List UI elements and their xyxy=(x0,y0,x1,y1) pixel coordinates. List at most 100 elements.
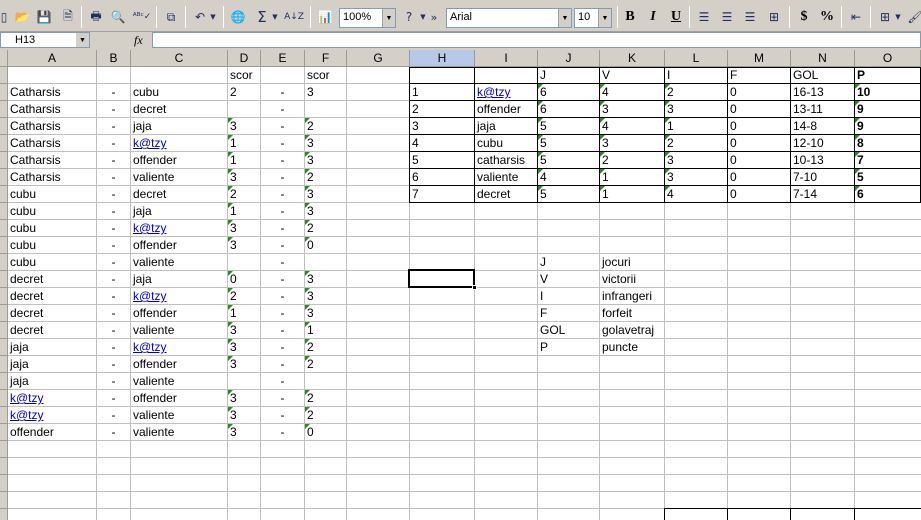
away-team-cell[interactable]: k@tzy xyxy=(131,339,227,356)
align-left-icon[interactable]: ☰ xyxy=(694,7,714,27)
number-as-text-indicator-icon xyxy=(538,84,543,89)
align-center-icon[interactable]: ☰ xyxy=(717,7,737,27)
away-team-cell[interactable]: k@tzy xyxy=(131,288,227,305)
print-preview-page-icon[interactable]: 🗎 xyxy=(58,7,78,27)
borders-icon[interactable]: ⊞ xyxy=(875,7,895,27)
undo-dropdown-icon[interactable]: ▼ xyxy=(208,7,218,27)
column-header-e[interactable]: E xyxy=(261,50,305,67)
row-header[interactable] xyxy=(0,322,8,339)
print-icon[interactable]: 🖶 xyxy=(86,7,106,27)
column-header-c[interactable]: C xyxy=(131,50,228,67)
row-header[interactable] xyxy=(0,458,8,475)
row-header[interactable] xyxy=(0,203,8,220)
row-header[interactable] xyxy=(0,254,8,271)
row-header[interactable] xyxy=(0,135,8,152)
bold-button[interactable]: B xyxy=(620,7,640,27)
wins-cell: 3 xyxy=(600,101,609,116)
help-icon[interactable]: ? xyxy=(399,7,419,27)
active-cell[interactable] xyxy=(408,269,477,290)
team-cell[interactable]: k@tzy xyxy=(475,84,537,101)
row-header[interactable] xyxy=(0,509,8,520)
autosum-dropdown-icon[interactable]: ▼ xyxy=(270,7,280,27)
formula-input[interactable] xyxy=(152,32,921,48)
row-header[interactable] xyxy=(0,305,8,322)
dash-cell: - xyxy=(280,408,285,422)
row-header[interactable] xyxy=(0,339,8,356)
borders-dropdown-icon[interactable]: ▼ xyxy=(893,7,903,27)
row-header[interactable] xyxy=(0,288,8,305)
decrease-indent-icon[interactable]: ⇤ xyxy=(846,7,866,27)
font-size-select[interactable]: 10 ▼ xyxy=(574,8,612,28)
italic-button[interactable]: I xyxy=(643,7,663,27)
row-header[interactable] xyxy=(0,373,8,390)
row-header[interactable] xyxy=(0,441,8,458)
fill-color-icon[interactable]: 🖌 xyxy=(905,7,921,27)
column-header-n[interactable]: N xyxy=(791,50,855,67)
column-header-f[interactable]: F xyxy=(305,50,347,67)
legend-abbr-cell: J xyxy=(540,255,546,269)
row-header[interactable] xyxy=(0,424,8,441)
column-header-i[interactable]: I xyxy=(475,50,538,67)
row-header[interactable] xyxy=(0,152,8,169)
font-name-select[interactable]: Arial ▼ xyxy=(446,8,572,28)
save-icon[interactable]: 💾 xyxy=(34,7,54,27)
away-team-cell: offender xyxy=(133,238,177,252)
fill-handle[interactable] xyxy=(472,285,477,290)
column-header-o[interactable]: O xyxy=(855,50,921,67)
hyperlink-icon[interactable]: 🌐 xyxy=(228,7,248,27)
currency-button[interactable]: $ xyxy=(794,7,814,27)
column-header-j[interactable]: J xyxy=(538,50,600,67)
row-header[interactable] xyxy=(0,492,8,509)
home-team-cell[interactable]: k@tzy xyxy=(8,390,96,407)
column-header-l[interactable]: L xyxy=(665,50,728,67)
row-header[interactable] xyxy=(0,356,8,373)
home-team-cell[interactable]: k@tzy xyxy=(8,407,96,424)
insert-function-icon[interactable]: fx xyxy=(134,33,148,47)
sort-ascending-icon[interactable]: A↓Z xyxy=(284,7,304,27)
chart-wizard-icon[interactable]: 📊 xyxy=(315,7,335,27)
align-right-icon[interactable]: ☰ xyxy=(740,7,760,27)
row-header[interactable] xyxy=(0,407,8,424)
row-header[interactable] xyxy=(0,169,8,186)
dash-cell: - xyxy=(280,340,285,354)
column-header-d[interactable]: D xyxy=(228,50,261,67)
row-header[interactable] xyxy=(0,390,8,407)
column-header-m[interactable]: M xyxy=(728,50,791,67)
print-preview-icon[interactable]: 🔍 xyxy=(108,7,128,27)
away-score-cell: 3 xyxy=(305,186,314,201)
away-team-cell[interactable]: k@tzy xyxy=(131,220,227,237)
toolbar-options-icon[interactable]: » xyxy=(424,7,444,27)
spelling-icon[interactable]: ᴬᴮᶜ✓ xyxy=(132,7,152,27)
row-header[interactable] xyxy=(0,118,8,135)
zoom-select[interactable]: 100% ▼ xyxy=(339,8,396,28)
home-score-cell: 1 xyxy=(228,305,237,320)
column-header-g[interactable]: G xyxy=(347,50,410,67)
standings-header-m: F xyxy=(730,68,738,82)
copy-icon[interactable]: ⧉ xyxy=(161,7,181,27)
row-header[interactable] xyxy=(0,67,8,84)
row-header[interactable] xyxy=(0,220,8,237)
row-header[interactable] xyxy=(0,84,8,101)
cell-area[interactable]: scor scor Catharsis - cubu 2 - 3 Catharsis - decre… xyxy=(8,67,921,520)
home-team-cell: cubu xyxy=(10,238,37,252)
row-header[interactable] xyxy=(0,271,8,288)
column-header-k[interactable]: K xyxy=(600,50,665,67)
home-score-cell: 1 xyxy=(228,152,237,167)
column-header-b[interactable]: B xyxy=(97,50,131,67)
open-folder-icon[interactable]: 📂 xyxy=(12,7,32,27)
underline-button[interactable]: U xyxy=(666,7,686,27)
select-all-corner[interactable] xyxy=(0,50,8,67)
row-header[interactable] xyxy=(0,186,8,203)
merge-center-icon[interactable]: ⊞ xyxy=(764,7,784,27)
undo-icon[interactable]: ↶ xyxy=(190,7,210,27)
row-header[interactable] xyxy=(0,475,8,492)
name-box[interactable]: H13 ▼ xyxy=(0,32,90,48)
percent-button[interactable]: % xyxy=(817,7,837,27)
dash-cell: - xyxy=(111,357,116,371)
row-header[interactable] xyxy=(0,237,8,254)
away-team-cell[interactable]: k@tzy xyxy=(131,135,227,152)
column-header-h[interactable]: H xyxy=(410,50,475,67)
autosum-icon[interactable]: Σ xyxy=(252,7,272,27)
row-header[interactable] xyxy=(0,101,8,118)
column-header-a[interactable]: A xyxy=(8,50,97,67)
